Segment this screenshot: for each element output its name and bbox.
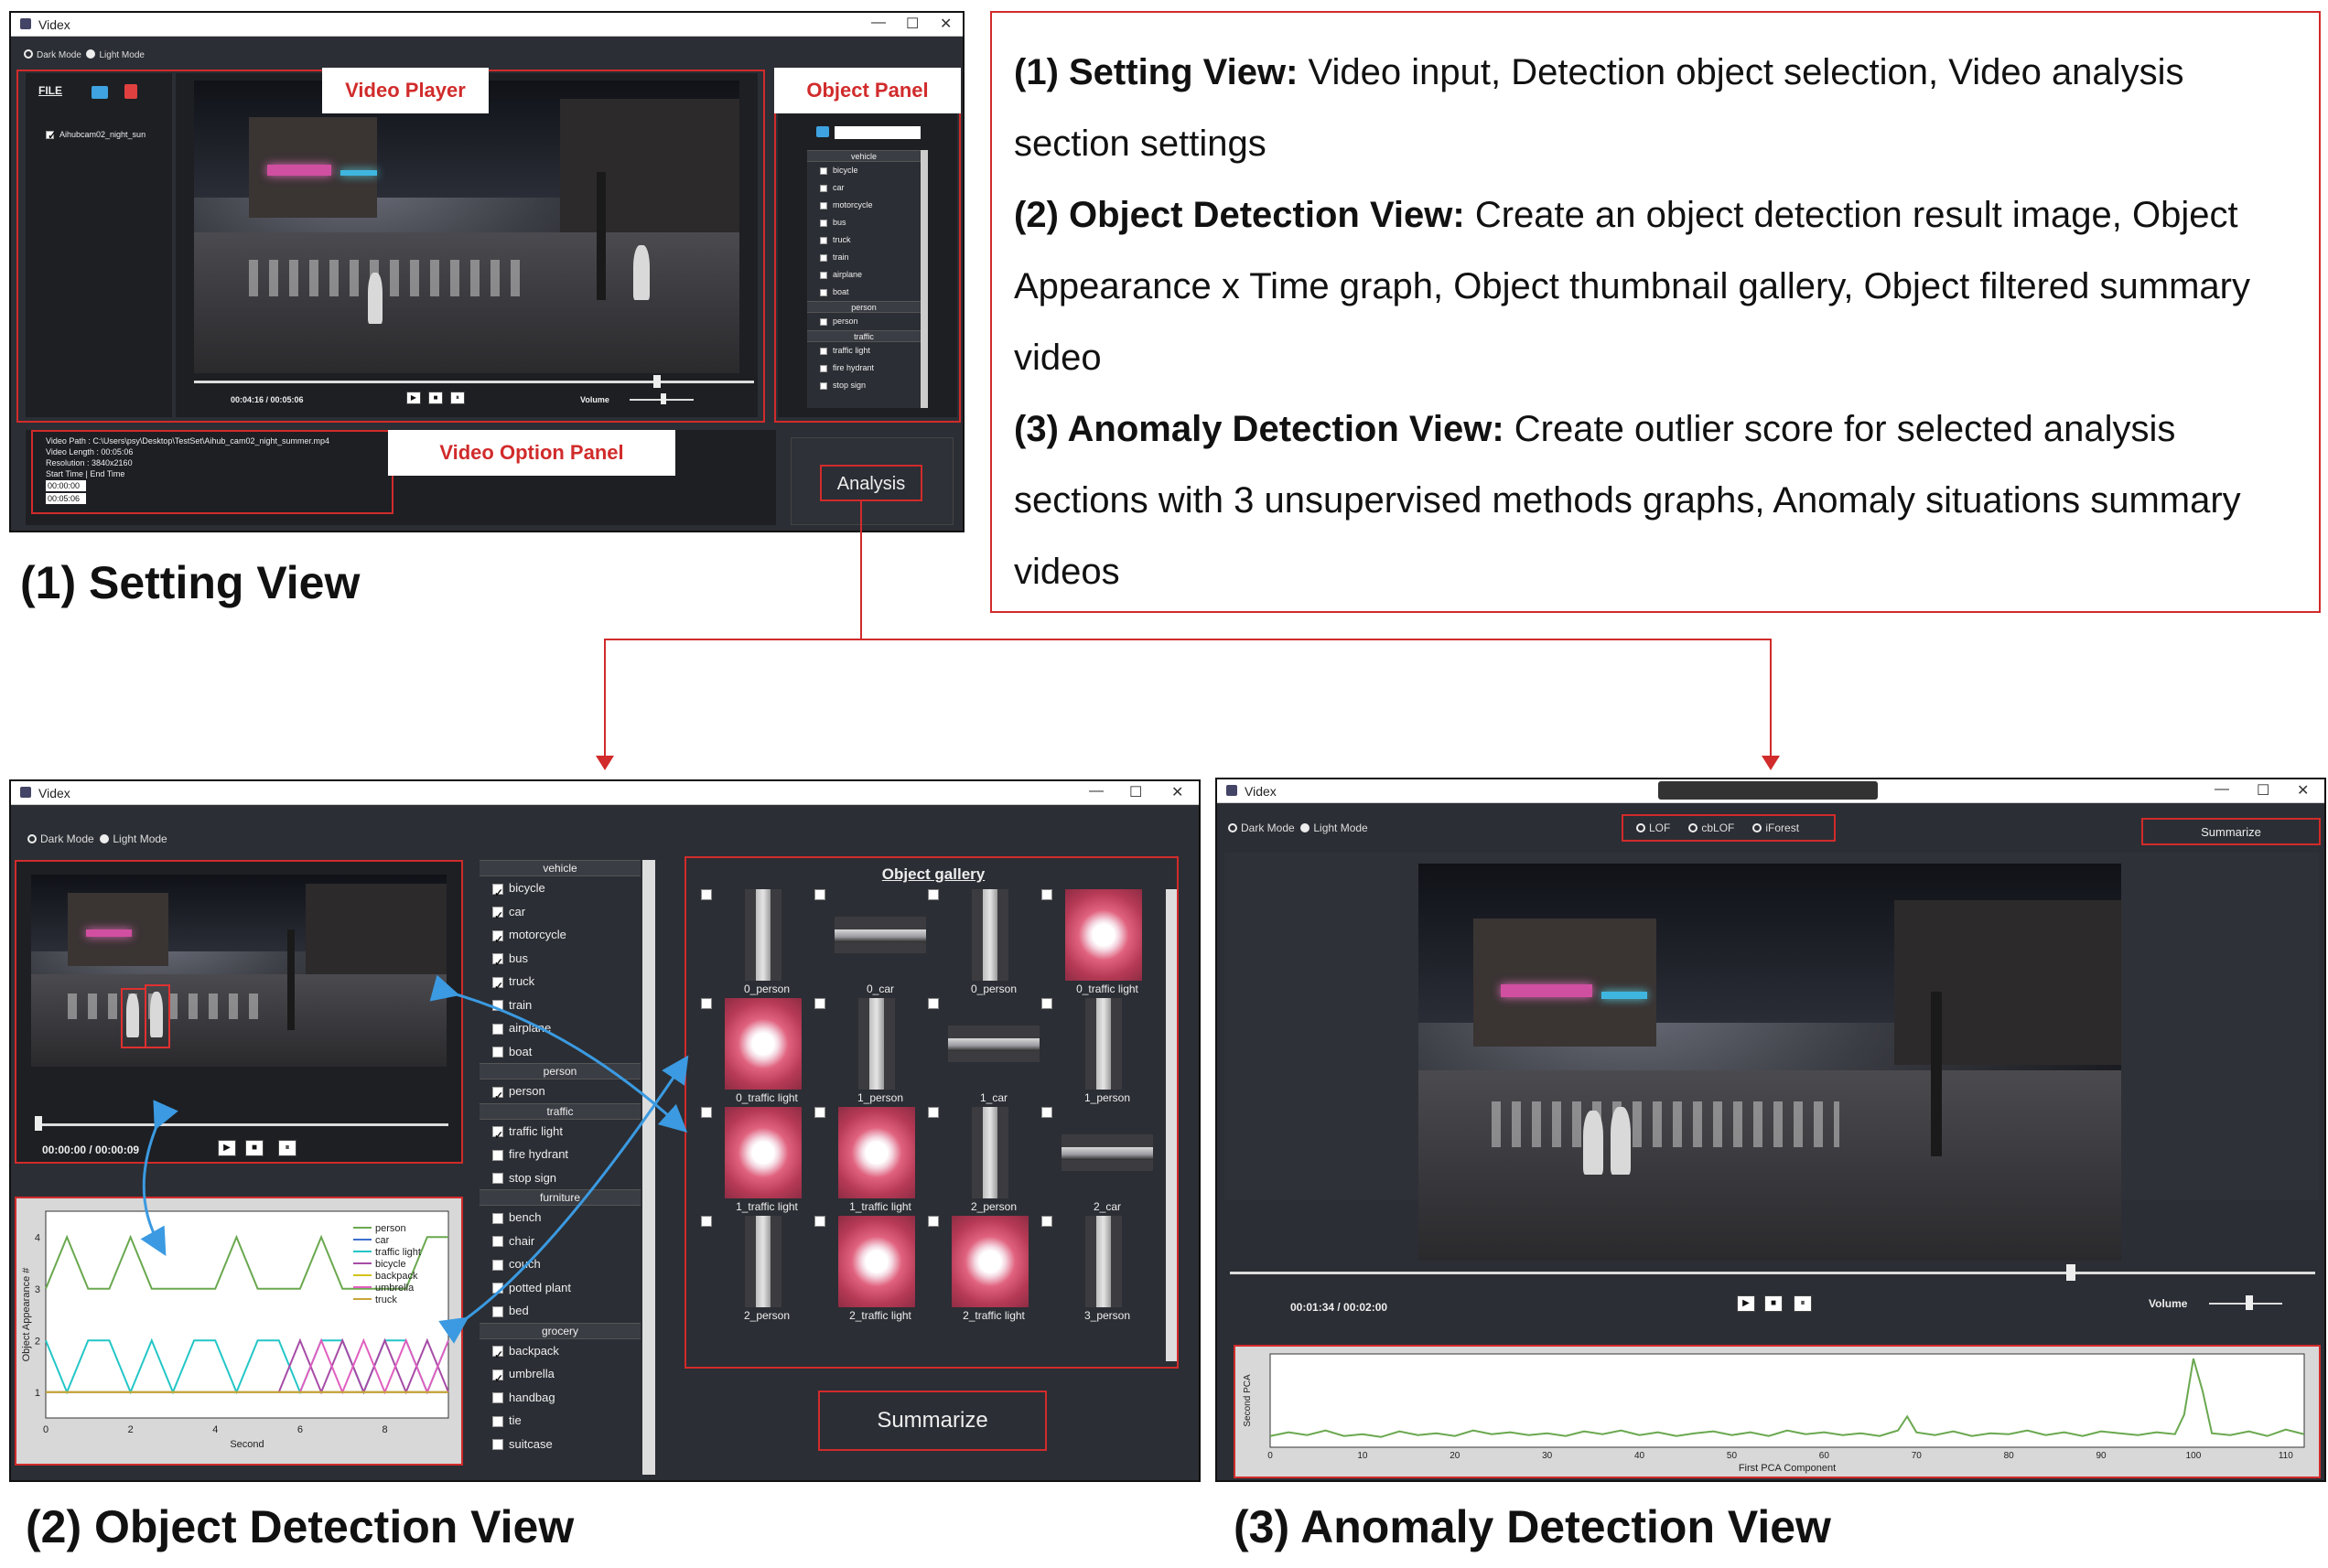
minimize-icon[interactable]: — — [2215, 781, 2229, 798]
summarize-button[interactable]: Summarize — [2141, 818, 2321, 845]
window-title: Videx — [1245, 784, 1277, 799]
dark-mode-label: Dark Mode — [1241, 822, 1295, 834]
dark-mode-radio[interactable] — [1228, 823, 1237, 832]
x-tick-label: 110 — [2279, 1451, 2293, 1461]
capture-toolbar[interactable] — [1658, 781, 1878, 800]
x-tick-label: 90 — [2096, 1451, 2107, 1461]
volume-handle[interactable] — [2246, 1295, 2253, 1310]
x-tick-label: 40 — [1634, 1451, 1645, 1461]
x-axis-label: First PCA Component — [1739, 1463, 1836, 1474]
seek-handle[interactable] — [2066, 1264, 2075, 1281]
x-tick-label: 80 — [2004, 1451, 2015, 1461]
light-mode-radio[interactable] — [1300, 823, 1310, 832]
lof-radio[interactable] — [1636, 823, 1645, 832]
x-tick-label: 0 — [1267, 1451, 1273, 1461]
pca-outlier-chart: 0 10 20 30 40 50 60 70 80 90 100 110 First PCA Compo… — [1243, 1353, 2305, 1474]
x-tick-label: 60 — [1819, 1451, 1830, 1461]
pause-button[interactable]: ⏸ — [1794, 1295, 1812, 1312]
volume-label: Volume — [2149, 1297, 2188, 1310]
maximize-icon[interactable]: ☐ — [2257, 781, 2269, 800]
y-axis-label: Second PCA — [1243, 1374, 1253, 1427]
x-tick-label: 70 — [1912, 1451, 1923, 1461]
cblof-radio[interactable] — [1688, 823, 1698, 832]
mode-selector: Dark Mode Light Mode — [1228, 822, 1368, 834]
light-mode-label: Light Mode — [1313, 822, 1368, 834]
x-tick-label: 100 — [2186, 1451, 2202, 1461]
close-icon[interactable]: ✕ — [2297, 781, 2309, 800]
x-tick-label: 20 — [1450, 1451, 1460, 1461]
seek-bar[interactable] — [1230, 1272, 2315, 1274]
iforest-radio[interactable] — [1752, 823, 1762, 832]
x-tick-label: 30 — [1542, 1451, 1553, 1461]
iforest-label: iForest — [1765, 822, 1800, 834]
x-tick-label: 10 — [1357, 1451, 1368, 1461]
time-display: 00:01:34 / 00:02:00 — [1290, 1301, 1388, 1314]
anomaly-detection-window: Videx — ☐ ✕ Dark Mode Light Mode LOF cbL… — [1215, 778, 2326, 1482]
app-logo-icon — [1226, 785, 1237, 796]
x-tick-label: 50 — [1727, 1451, 1738, 1461]
title-bar: Videx — ☐ ✕ — [1217, 779, 2324, 803]
cblof-label: cbLOF — [1701, 822, 1735, 834]
anomaly-video-frame — [1418, 864, 2121, 1261]
play-button[interactable]: ▶ — [1737, 1295, 1755, 1312]
method-selector: LOF cbLOF iForest — [1622, 814, 1836, 842]
stop-button[interactable]: ■ — [1764, 1295, 1783, 1312]
lof-label: LOF — [1649, 822, 1671, 834]
anomaly-detection-caption: (3) Anomaly Detection View — [1234, 1501, 1831, 1552]
